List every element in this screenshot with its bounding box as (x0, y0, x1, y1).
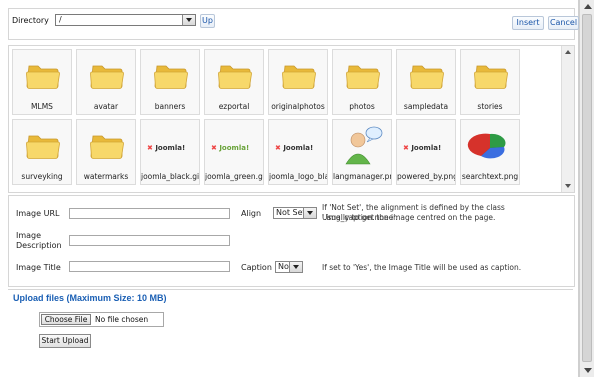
file-tile[interactable]: stories (460, 49, 520, 115)
choose-file-button[interactable]: Choose File (41, 314, 91, 325)
cancel-button[interactable]: Cancel (548, 16, 579, 30)
file-tile[interactable]: watermarks (76, 119, 136, 185)
joomla-logo-thumb: ✖ Joomla! (397, 120, 455, 172)
chevron-down-icon[interactable] (289, 262, 302, 272)
file-name: stories (477, 102, 503, 111)
folder-icon (461, 50, 519, 102)
align-select[interactable]: Not Set (273, 207, 317, 219)
image-url-input[interactable] (69, 208, 230, 219)
dialog-scrollbar[interactable] (579, 0, 594, 377)
file-name: watermarks (83, 172, 129, 181)
file-tile[interactable]: ✖ Joomla! powered_by.png (396, 119, 456, 185)
folder-icon (77, 50, 135, 102)
caption-value: No (278, 262, 289, 271)
upload-section: Upload files (Maximum Size: 10 MB) Choos… (8, 289, 573, 370)
joomla-logo-thumb: ✖ Joomla! (205, 120, 263, 172)
file-name: joomla_logo_blac (269, 172, 327, 181)
user-speech-icon (333, 120, 391, 172)
file-tile[interactable]: sampledata (396, 49, 456, 115)
file-name: joomla_green.gif (205, 172, 263, 181)
scroll-up-icon[interactable] (565, 50, 571, 54)
joomla-logo-thumb: ✖ Joomla! (141, 120, 199, 172)
folder-icon (13, 120, 71, 172)
directory-select[interactable]: / (55, 14, 196, 26)
scroll-down-icon[interactable] (584, 368, 592, 373)
file-name: powered_by.png (397, 172, 455, 181)
image-description-input[interactable] (69, 235, 230, 246)
folder-icon (77, 120, 135, 172)
caption-label: Caption (241, 263, 272, 272)
file-tile[interactable]: ✖ Joomla! joomla_black.gif (140, 119, 200, 185)
image-title-label: Image Title (16, 263, 61, 272)
align-note-line-2: Usually to get the image centred on the … (322, 213, 496, 222)
file-name: searchtext.png (461, 172, 519, 181)
file-browser-scrollbar[interactable] (561, 46, 574, 192)
file-tile[interactable]: searchtext.png (460, 119, 520, 185)
file-name: langmanager.png (333, 172, 391, 181)
file-name: joomla_black.gif (141, 172, 199, 181)
chevron-down-icon[interactable] (182, 15, 195, 25)
pie-chart-icon (461, 120, 519, 172)
joomla-logo-text: ✖ Joomla! (147, 144, 186, 152)
image-manager-dialog: Directory / Up Insert Cancel MLMS avatar b… (0, 0, 579, 377)
folder-icon (333, 50, 391, 102)
align-value: Not Set (276, 208, 306, 217)
folder-icon (205, 50, 263, 102)
file-name: banners (154, 102, 186, 111)
image-properties-form: Image URL Image Description Image Title … (8, 195, 575, 287)
folder-icon (13, 50, 71, 102)
upload-title: Upload files (Maximum Size: 10 MB) (13, 293, 167, 303)
file-name: ezportal (218, 102, 250, 111)
folder-icon (269, 50, 327, 102)
folder-icon (141, 50, 199, 102)
image-url-label: Image URL (16, 209, 60, 218)
align-label: Align (241, 209, 262, 218)
file-input[interactable]: Choose File No file chosen (39, 312, 164, 327)
file-tile[interactable]: avatar (76, 49, 136, 115)
directory-value: / (59, 15, 62, 24)
file-tile[interactable]: photos (332, 49, 392, 115)
start-upload-button[interactable]: Start Upload (39, 334, 91, 348)
file-tile[interactable]: surveyking (12, 119, 72, 185)
scroll-up-icon[interactable] (584, 4, 592, 9)
file-tile[interactable]: ✖ Joomla! joomla_logo_blac (268, 119, 328, 185)
joomla-logo-text: ✖ Joomla! (403, 144, 442, 152)
chevron-down-icon[interactable] (303, 208, 316, 218)
file-tile[interactable]: ✖ Joomla! joomla_green.gif (204, 119, 264, 185)
caption-note: If set to 'Yes', the Image Title will be… (322, 263, 522, 272)
insert-button[interactable]: Insert (512, 16, 544, 30)
file-tile[interactable]: originalphotos (268, 49, 328, 115)
joomla-logo-thumb: ✖ Joomla! (269, 120, 327, 172)
file-name: originalphotos (271, 102, 325, 111)
file-tile[interactable]: ezportal (204, 49, 264, 115)
file-name: sampledata (403, 102, 449, 111)
file-name: avatar (93, 102, 119, 111)
caption-select[interactable]: No (275, 261, 303, 273)
file-browser: MLMS avatar banners ezportal originalphotos p… (8, 45, 575, 193)
image-title-input[interactable] (69, 261, 230, 272)
file-name: MLMS (31, 102, 53, 111)
scrollbar-thumb[interactable] (582, 14, 592, 362)
file-name: photos (349, 102, 375, 111)
directory-label: Directory (12, 16, 49, 25)
up-button[interactable]: Up (200, 14, 215, 28)
no-file-text: No file chosen (95, 315, 149, 324)
joomla-logo-text: ✖ Joomla! (275, 144, 314, 152)
file-tile[interactable]: MLMS (12, 49, 72, 115)
directory-toolbar: Directory / Up Insert Cancel (8, 8, 579, 40)
image-description-label: Image Description (16, 231, 62, 250)
file-tile[interactable]: banners (140, 49, 200, 115)
joomla-logo-text: ✖ Joomla! (211, 144, 250, 152)
file-name: surveyking (21, 172, 63, 181)
file-tile[interactable]: langmanager.png (332, 119, 392, 185)
scroll-down-icon[interactable] (565, 184, 571, 188)
folder-icon (397, 50, 455, 102)
